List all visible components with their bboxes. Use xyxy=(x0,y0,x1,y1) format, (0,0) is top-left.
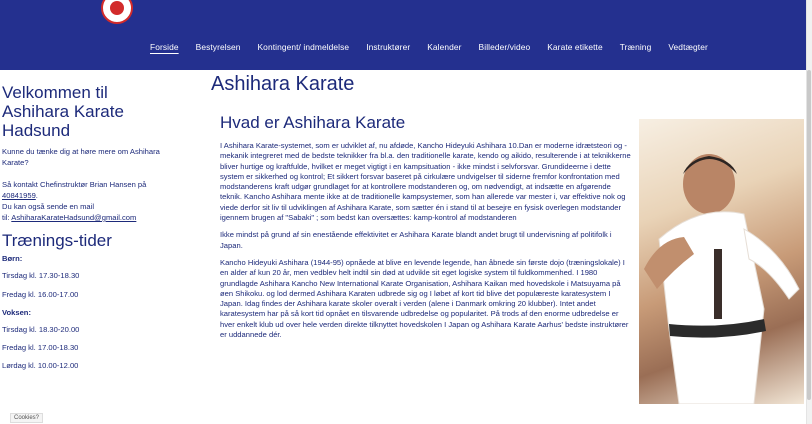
email-link[interactable]: AshiharaKarateHadsund@gmail.com xyxy=(11,213,136,222)
site-header: Forside Bestyrelsen Kontingent/ indmelde… xyxy=(0,0,806,70)
nav-item-traening[interactable]: Træning xyxy=(620,42,652,60)
nav-item-kalender[interactable]: Kalender xyxy=(427,42,461,60)
phone-line: 40841959. xyxy=(2,190,172,201)
nav-item-karate-etikette[interactable]: Karate etikette xyxy=(547,42,603,60)
adults-time: Fredag kl. 17.00-18.30 xyxy=(2,343,79,352)
phone-link[interactable]: 40841959 xyxy=(2,191,36,200)
intro-text: Kunne du tænke dig at høre mere om Ashih… xyxy=(2,147,160,167)
nav-item-forside[interactable]: Forside xyxy=(150,42,179,60)
children-time: Tirsdag kl. 17.30-18.30 xyxy=(2,271,80,280)
page-title: Ashihara Karate xyxy=(211,73,355,95)
nav-item-vedtaegter[interactable]: Vedtægter xyxy=(668,42,708,60)
nav-item-kontingent[interactable]: Kontingent/ indmeldelse xyxy=(258,42,350,60)
main-nav: Forside Bestyrelsen Kontingent/ indmelde… xyxy=(150,42,708,60)
club-logo-icon[interactable] xyxy=(101,0,133,24)
email-line-text: Du kan også sende en mail xyxy=(2,202,95,211)
adults-time: Lørdag kl. 10.00-12.00 xyxy=(2,361,79,370)
sidebar: Velkommen til Ashihara Karate Hadsund Ku… xyxy=(2,83,172,371)
page-scrollbar[interactable] xyxy=(806,0,812,424)
cookies-button[interactable]: Cookies? xyxy=(10,413,44,423)
nav-item-bestyrelsen[interactable]: Bestyrelsen xyxy=(196,42,241,60)
email-prefix: til: xyxy=(2,213,12,222)
karate-figure-illustration xyxy=(644,154,800,404)
contact-line: Så kontakt Chefinstruktør Brian Hansen p… xyxy=(2,180,147,189)
children-time: Fredag kl. 16.00-17.00 xyxy=(2,290,79,299)
email-line: til: AshiharaKarateHadsund@gmail.com xyxy=(2,212,172,223)
article-body: I Ashihara Karate-systemet, som er udvik… xyxy=(220,141,632,347)
karate-master-photo xyxy=(639,119,804,404)
nav-item-instruktorer[interactable]: Instruktører xyxy=(366,42,410,60)
welcome-title: Velkommen til Ashihara Karate Hadsund xyxy=(2,83,124,140)
children-label: Børn: xyxy=(2,254,23,263)
article-paragraph: Kancho Hideyuki Ashihara (1944-95) opnåe… xyxy=(220,257,629,340)
nav-item-billeder-video[interactable]: Billeder/video xyxy=(479,42,531,60)
article-paragraph: I Ashihara Karate-systemet, som er udvik… xyxy=(220,141,631,223)
adults-label: Voksen: xyxy=(2,308,31,317)
training-title: Trænings-tider xyxy=(2,231,112,250)
contact-text: Så kontakt Chefinstruktør Brian Hansen p… xyxy=(2,179,172,190)
article-paragraph: Ikke mindst på grund af sin enestående e… xyxy=(220,230,612,250)
section-title: Hvad er Ashihara Karate xyxy=(220,113,406,132)
scrollbar-thumb[interactable] xyxy=(807,70,811,400)
phone-suffix: . xyxy=(35,191,38,200)
adults-time: Tirsdag kl. 18.30-20.00 xyxy=(2,325,80,334)
